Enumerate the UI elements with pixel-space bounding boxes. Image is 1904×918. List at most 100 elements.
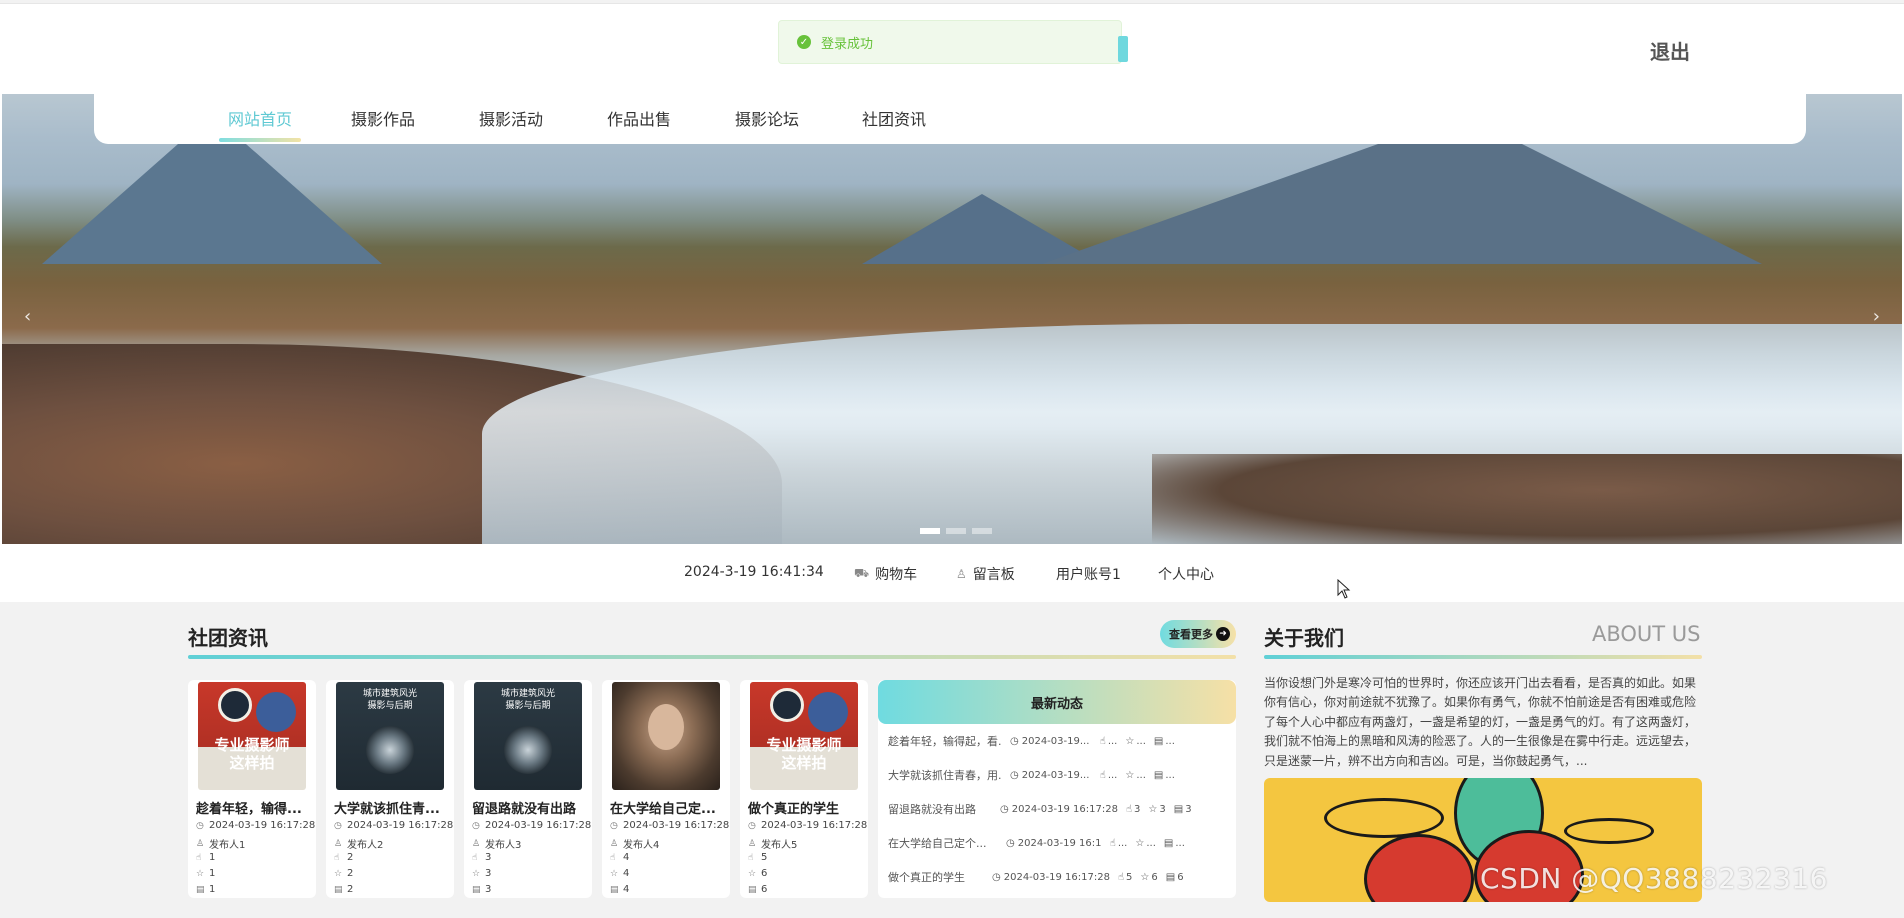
- toast-edge: [1118, 36, 1128, 62]
- nav-active-indicator: [219, 138, 301, 142]
- view-more-button[interactable]: 查看更多 ➜: [1160, 620, 1236, 648]
- latest-news-row-time: 2024-03-19 16:17:28: [1011, 803, 1118, 815]
- thumb-up-icon: ☝: [1099, 769, 1106, 781]
- nav-item-club-news[interactable]: 社团资讯: [862, 106, 926, 130]
- about-title-en: ABOUT US: [1592, 622, 1701, 646]
- card-favorites: ☆ 6: [748, 868, 767, 879]
- latest-news-row-favorites: 6: [1151, 871, 1158, 883]
- star-icon: ☆: [334, 868, 343, 879]
- clock-icon: ◷: [472, 820, 480, 831]
- user-icon: ♙: [334, 838, 343, 849]
- about-text: 当你设想门外是寒冷可怕的世界时，你还应该开门出去看看，是否真的如此。如果你有信心…: [1264, 676, 1697, 768]
- card-title: 趁着年轻，输得...: [196, 802, 302, 817]
- star-icon: ☆: [196, 868, 205, 879]
- latest-news-row[interactable]: 在大学给自己定个... ◷ 2024-03-19 16:1... ☝... ☆.…: [888, 832, 1228, 854]
- card-time-value: 2024-03-19 16:17:28: [485, 820, 592, 831]
- card-favorites-value: 1: [209, 868, 216, 879]
- card-publisher: ♙ 发布人3: [472, 836, 521, 852]
- latest-news-row[interactable]: 趁着年轻，输得起，看... ◷ 2024-03-19... ☝... ☆... …: [888, 730, 1228, 752]
- cover-face: [648, 704, 684, 750]
- latest-news-row[interactable]: 留退路就没有出路 ◷ 2024-03-19 16:17:28 ☝ 3 ☆ 3 ▤ 3: [888, 798, 1228, 820]
- banner-rocks: [1152, 454, 1902, 544]
- user-icon: ♙: [748, 838, 757, 849]
- card-likes: ☝ 3: [472, 852, 491, 863]
- carousel-prev-icon[interactable]: ‹: [24, 306, 31, 327]
- message-board-link[interactable]: ♙ 留言板: [956, 564, 1015, 584]
- card-likes-value: 4: [623, 852, 630, 863]
- latest-news-row-title: 在大学给自己定个...: [888, 837, 987, 850]
- card-title: 在大学给自己定...: [610, 802, 716, 817]
- check-circle-icon: ✓: [797, 35, 811, 49]
- nav-item-home[interactable]: 网站首页: [228, 106, 292, 130]
- latest-news-row-favorites: 3: [1159, 803, 1166, 815]
- top-border: [0, 0, 1904, 4]
- document-icon: ▤: [1165, 871, 1176, 883]
- card-views: ▤ 2: [334, 884, 353, 895]
- card-publisher-value: 发布人2: [347, 840, 384, 851]
- card-favorites-value: 6: [761, 868, 768, 879]
- latest-news-row-time: 2024-03-19 16:1...: [1017, 837, 1102, 849]
- card-time-value: 2024-03-19 16:17:28: [209, 820, 316, 831]
- thumb-up-icon: ☝: [196, 852, 202, 863]
- nav-item-forum[interactable]: 摄影论坛: [735, 106, 799, 130]
- cover-title: 专业摄影师 这样拍: [766, 736, 842, 772]
- user-account[interactable]: 用户账号1: [1056, 564, 1121, 584]
- cart-link[interactable]: ⛟ 购物车: [854, 564, 917, 584]
- carousel-next-icon[interactable]: ›: [1873, 306, 1880, 327]
- card-cover-image: 专业摄影师 这样拍: [198, 682, 306, 790]
- latest-news-row-time: 2024-03-19...: [1021, 769, 1090, 781]
- current-datetime: 2024-3-19 16:41:34: [684, 564, 824, 580]
- latest-news-row-views: ...: [1175, 837, 1185, 849]
- card-time-value: 2024-03-19 16:17:28: [623, 820, 730, 831]
- club-news-title: 社团资讯: [188, 626, 268, 650]
- document-icon: ▤: [1153, 769, 1164, 781]
- document-icon: ▤: [748, 884, 757, 895]
- news-card[interactable]: 专业摄影师 这样拍 做个真正的学生 ◷ 2024-03-19 16:17:28 ♙…: [740, 680, 868, 898]
- clock-icon: ◷: [1000, 803, 1009, 815]
- latest-news-row[interactable]: 大学就该抓住青春，用... ◷ 2024-03-19... ☝... ☆... …: [888, 764, 1228, 786]
- latest-news-row-favorites: ...: [1146, 837, 1156, 849]
- carousel-indicators: [920, 528, 992, 534]
- nav-item-activities[interactable]: 摄影活动: [479, 106, 543, 130]
- carousel-dot[interactable]: [972, 528, 992, 534]
- card-favorites: ☆ 3: [472, 868, 491, 879]
- card-publisher-value: 发布人1: [209, 840, 246, 851]
- cover-lens: [808, 692, 848, 732]
- logout-button[interactable]: 退出: [1650, 36, 1690, 65]
- mouse-cursor-icon: [1337, 579, 1351, 599]
- nav-item-works[interactable]: 摄影作品: [351, 106, 415, 130]
- cover-title: 城市建筑风光 摄影与后期: [362, 689, 417, 711]
- card-publisher-value: 发布人5: [761, 840, 798, 851]
- arrow-right-icon: ➜: [1216, 627, 1230, 641]
- news-card[interactable]: 在大学给自己定... ◷ 2024-03-19 16:17:28 ♙ 发布人4 ☝ 4…: [602, 680, 730, 898]
- carousel-dot[interactable]: [946, 528, 966, 534]
- nav-item-sales[interactable]: 作品出售: [607, 106, 671, 130]
- card-publisher-value: 发布人4: [623, 840, 660, 851]
- document-icon: ▤: [1173, 803, 1184, 815]
- card-views-value: 1: [209, 884, 216, 895]
- card-time: ◷ 2024-03-19 16:17:28: [196, 820, 315, 831]
- latest-news-row[interactable]: 做个真正的学生 ◷ 2024-03-19 16:17:28 ☝ 5 ☆ 6 ▤ 6: [888, 866, 1228, 888]
- latest-news-row-time: 2024-03-19 16:17:28: [1003, 871, 1110, 883]
- user-icon: ♙: [610, 838, 619, 849]
- latest-news-row-title: 趁着年轻，输得起，看...: [888, 735, 1002, 748]
- news-card[interactable]: 城市建筑风光 摄影与后期 大学就该抓住青... ◷ 2024-03-19 16:1…: [326, 680, 454, 898]
- carousel-dot[interactable]: [920, 528, 940, 534]
- latest-news-row-title: 留退路就没有出路: [888, 803, 976, 816]
- user-icon: ♙: [956, 567, 967, 581]
- latest-news-title: 最新动态: [878, 680, 1236, 724]
- cover-building: [366, 726, 414, 774]
- star-icon: ☆: [1148, 803, 1158, 815]
- clock-icon: ◷: [610, 820, 618, 831]
- card-publisher: ♙ 发布人2: [334, 836, 384, 852]
- card-time-value: 2024-03-19 16:17:28: [761, 820, 868, 831]
- success-toast: ✓ 登录成功: [778, 20, 1122, 64]
- thumb-up-icon: ☝: [472, 852, 478, 863]
- card-likes: ☝ 5: [748, 852, 767, 863]
- card-publisher: ♙ 发布人4: [610, 836, 660, 852]
- news-card[interactable]: 城市建筑风光 摄影与后期 留退路就没有出路 ◷ 2024-03-19 16:17:…: [464, 680, 592, 898]
- news-card[interactable]: 专业摄影师 这样拍 趁着年轻，输得... ◷ 2024-03-19 16:17:2…: [188, 680, 316, 898]
- personal-center-link[interactable]: 个人中心: [1158, 564, 1214, 584]
- toast-message: 登录成功: [821, 36, 874, 52]
- hero-carousel[interactable]: ‹ ›: [2, 94, 1902, 544]
